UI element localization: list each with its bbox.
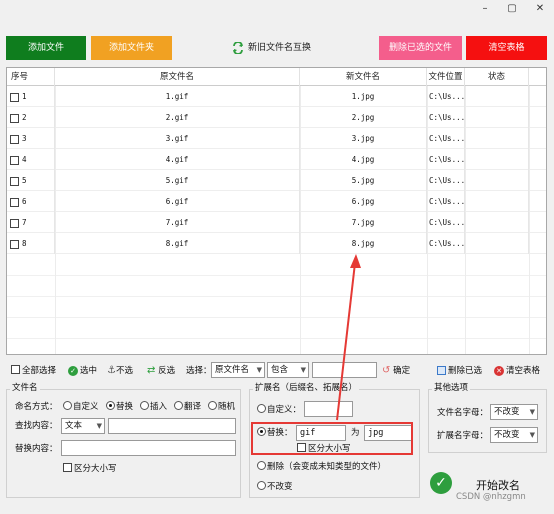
annotation-arrow — [336, 254, 361, 421]
